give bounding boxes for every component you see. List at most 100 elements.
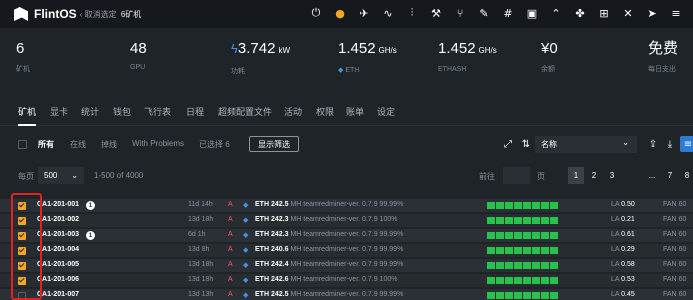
- stat-label: ETH: [345, 67, 360, 74]
- stat-unit: GH/s: [378, 46, 397, 55]
- fan-speed: FAN 60: [663, 261, 687, 268]
- fan-speed: FAN 60: [663, 246, 687, 253]
- filter-offline[interactable]: 掉线: [101, 139, 117, 150]
- page-button[interactable]: 1: [568, 167, 584, 184]
- warning-icon[interactable]: ●: [331, 4, 349, 22]
- tab-rigs[interactable]: 矿机: [18, 105, 37, 126]
- fan-icon[interactable]: ✤: [571, 4, 589, 22]
- tab-settings[interactable]: 设定: [377, 105, 395, 118]
- back-chevron-icon[interactable]: ‹: [80, 10, 83, 19]
- tab-gpus[interactable]: 显卡: [50, 105, 68, 118]
- rig-name[interactable]: CA1-201-001: [37, 201, 79, 208]
- stat-unit: GH/s: [478, 46, 497, 55]
- eth-icon: ◆: [243, 292, 249, 299]
- download-icon[interactable]: ⤓: [662, 136, 678, 152]
- table-row[interactable]: CA1-201-003 1 6d 1h A ◆ ETH 242.3 MH teamredm…: [0, 229, 693, 243]
- gpu-status-bar: [523, 277, 531, 284]
- fan-speed: FAN 60: [663, 276, 687, 283]
- rig-name[interactable]: CA1-201-004: [37, 246, 79, 253]
- grid-icon[interactable]: ⊞: [595, 4, 613, 22]
- rocket-icon[interactable]: ✈: [355, 4, 373, 22]
- tab-billing[interactable]: 账单: [346, 105, 364, 118]
- gpu-status-bar: [487, 232, 495, 239]
- expand-icon[interactable]: ⤢: [500, 136, 516, 152]
- power-icon[interactable]: ⏻: [307, 4, 325, 22]
- menu-icon[interactable]: ≡: [667, 4, 685, 22]
- tab-flight-sheets[interactable]: 飞行表: [144, 105, 171, 118]
- gpu-status-bar: [541, 247, 549, 254]
- filter-all[interactable]: 所有: [38, 139, 54, 150]
- per-page-select[interactable]: 500 ⌄: [38, 167, 84, 184]
- gpu-status-bar: [550, 292, 558, 299]
- table-row[interactable]: CA1-201-001 1 11d 14h A ◆ ETH 242.5 MH teamre…: [0, 199, 693, 213]
- chart-icon[interactable]: ⌃: [547, 4, 565, 22]
- stat-label: 每日支出: [648, 66, 676, 73]
- list-view-icon[interactable]: ≡: [680, 136, 693, 152]
- tab-permissions[interactable]: 权限: [316, 105, 334, 118]
- gpu-status-bar: [496, 292, 504, 299]
- sort-select[interactable]: 名称 ⌄: [535, 136, 637, 153]
- gpu-status-bar: [532, 247, 540, 254]
- tab-schedule[interactable]: 日程: [186, 105, 204, 118]
- filter-online[interactable]: 在线: [70, 139, 86, 150]
- upload-icon[interactable]: ⇪: [645, 136, 661, 152]
- stat-value: ¥0: [541, 40, 558, 57]
- filter-with-problems[interactable]: With Problems: [132, 139, 184, 148]
- chevron-down-icon: ⌄: [622, 138, 629, 147]
- tab-activity[interactable]: 活动: [284, 105, 302, 118]
- sliders-icon[interactable]: ⫶: [403, 4, 421, 22]
- rig-name[interactable]: CA1-201-005: [37, 261, 79, 268]
- branch-icon[interactable]: ⑂: [451, 4, 469, 22]
- pen-icon[interactable]: ✎: [475, 4, 493, 22]
- tools-icon[interactable]: ⚒: [427, 4, 445, 22]
- wave-icon[interactable]: ∿: [379, 4, 397, 22]
- fan-speed: FAN 60: [663, 201, 687, 208]
- show-filter-button[interactable]: 显示筛选: [249, 136, 299, 152]
- stat-eth: 1.452 GH/s ◆ ETH: [338, 40, 397, 74]
- table-row[interactable]: CA1-201-004 13d 8h A ◆ ETH 240.6 MH teamredm…: [0, 244, 693, 258]
- selection-highlight-outline: [11, 193, 42, 300]
- load-average: LA 0.29: [611, 246, 635, 253]
- gpu-status-bar: [505, 232, 513, 239]
- wrench-icon[interactable]: ✕: [619, 4, 637, 22]
- load-average: LA 0.53: [611, 276, 635, 283]
- table-row[interactable]: CA1-201-007 13d 13h A ◆ ETH 242.5 MH teamred…: [0, 289, 693, 300]
- page-label: 页: [537, 172, 545, 181]
- gpu-status-bars: [487, 217, 558, 224]
- page-button[interactable]: 8: [679, 167, 693, 184]
- table-row[interactable]: CA1-201-005 13d 18h A ◆ ETH 242.4 MH teamred…: [0, 259, 693, 273]
- terminal-icon[interactable]: ▣: [523, 4, 541, 22]
- page-button[interactable]: 7: [662, 167, 678, 184]
- logo[interactable]: FlintOS: [14, 7, 77, 21]
- sort-value: 名称: [541, 140, 557, 149]
- per-page-label: 每页: [18, 172, 34, 181]
- stat-power: ϟ3.742 kW 功耗: [231, 40, 290, 76]
- rig-name[interactable]: CA1-201-002: [37, 216, 79, 223]
- gpu-status-bar: [505, 277, 513, 284]
- tab-wallets[interactable]: 钱包: [113, 105, 131, 118]
- send-icon[interactable]: ➤: [643, 4, 661, 22]
- rig-name[interactable]: CA1-201-007: [37, 291, 79, 298]
- stat-value: 3.742: [237, 40, 276, 57]
- rig-name[interactable]: CA1-201-003: [37, 231, 79, 238]
- goto-label: 前往: [479, 172, 495, 181]
- page-button[interactable]: 2: [586, 167, 602, 184]
- table-row[interactable]: CA1-201-002 13d 18h A ◆ ETH 242.3 MH teamred…: [0, 214, 693, 228]
- tab-oc-profiles[interactable]: 超频配置文件: [218, 105, 272, 118]
- stat-label: 功耗: [231, 68, 245, 75]
- goto-page-input[interactable]: [503, 167, 530, 184]
- stat-rigs: 6 矿机: [16, 40, 30, 74]
- select-all-checkbox[interactable]: [18, 140, 27, 149]
- uptime: 13d 18h: [188, 261, 214, 268]
- hash-icon[interactable]: #: [499, 4, 517, 22]
- load-average: LA 0.61: [611, 231, 635, 238]
- cancel-selection-link[interactable]: 取消选定: [85, 10, 117, 19]
- sort-direction-icon[interactable]: ⇅: [518, 136, 534, 152]
- gpu-status-bar: [514, 232, 522, 239]
- rig-name[interactable]: CA1-201-006: [37, 276, 79, 283]
- table-row[interactable]: CA1-201-006 13d 18h A ◆ ETH 242.6 MH teamred…: [0, 274, 693, 288]
- page-button[interactable]: 3: [604, 167, 620, 184]
- gpu-status-bar: [505, 217, 513, 224]
- stat-ethash: 1.452 GH/s ETHASH: [438, 40, 497, 73]
- tab-stats[interactable]: 统计: [81, 105, 99, 118]
